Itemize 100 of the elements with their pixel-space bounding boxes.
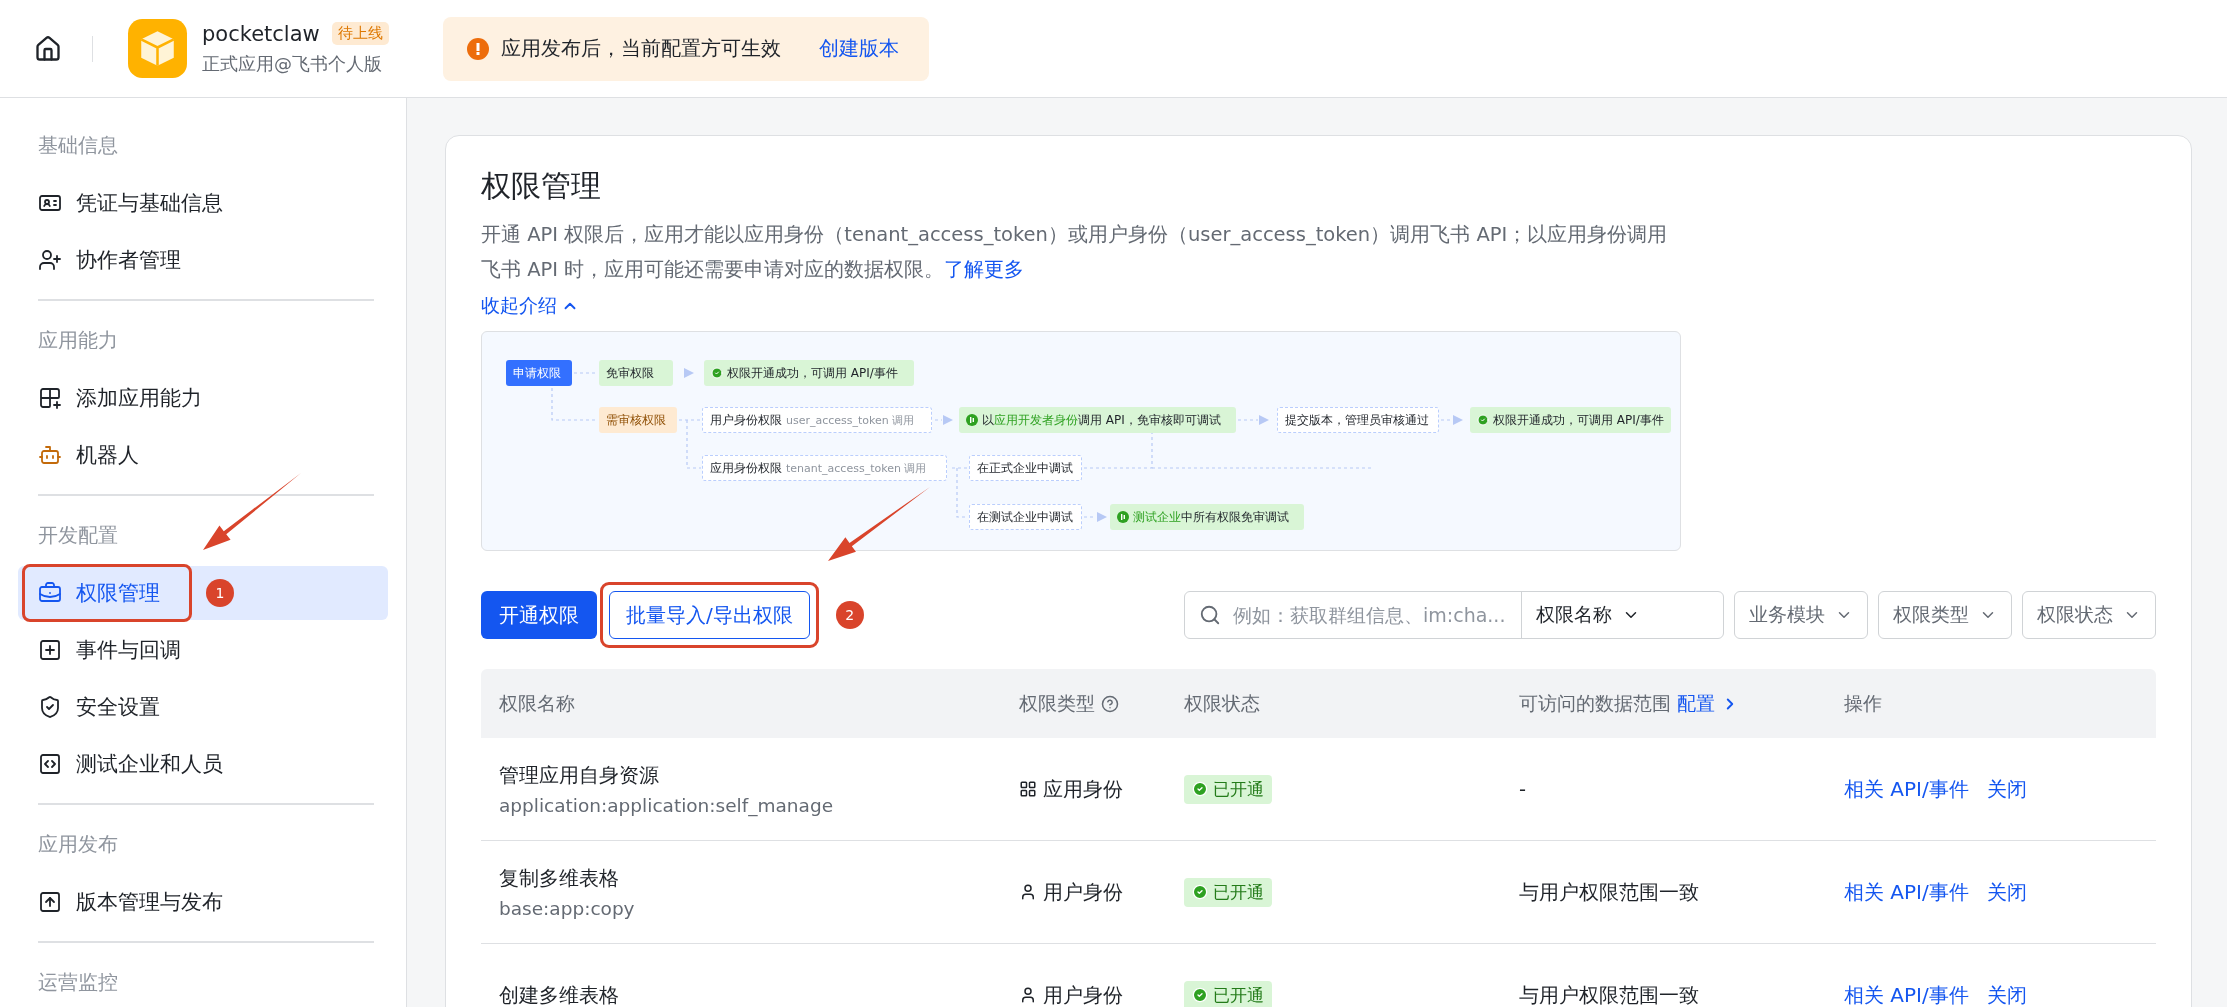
- app-subtitle: 正式应用@飞书个人版: [202, 51, 383, 76]
- learn-more-link[interactable]: 了解更多: [944, 258, 1025, 281]
- flow-node: 免审权限: [599, 360, 673, 386]
- sidebar-item[interactable]: 协作者管理: [18, 233, 197, 287]
- search-field[interactable]: 例如：获取群组信息、im:cha... 权限名称: [1184, 591, 1724, 639]
- column-header: 权限名称: [499, 690, 575, 716]
- sidebar-item[interactable]: 凭证与基础信息: [18, 176, 239, 230]
- sidebar-item-label: 权限管理: [76, 580, 160, 607]
- menu-icon: [38, 443, 62, 467]
- check-icon: [1477, 414, 1489, 426]
- action-link[interactable]: 关闭: [1986, 878, 2027, 906]
- sidebar-item[interactable]: 机器人: [18, 428, 155, 482]
- sidebar-section-title: 应用能力: [37, 327, 119, 354]
- page-description: 开通 API 权限后，应用才能以应用身份（tenant_access_token）或用户身份（user_access_token）调用飞书 API；以应用身份调用飞书 API 时，应用可能还需要申请对应的数据权限。了解更多: [481, 222, 1669, 283]
- flow-node: 申请权限: [506, 360, 572, 386]
- sidebar-section-title: 运营监控: [37, 969, 119, 996]
- page-title: 权限管理: [481, 167, 602, 205]
- sidebar-item-label: 版本管理与发布: [76, 889, 223, 916]
- status-tag: 待上线: [331, 22, 389, 45]
- search-scope-dropdown[interactable]: 权限名称: [1522, 592, 1654, 638]
- batch-import-export-button[interactable]: 批量导入/导出权限: [609, 591, 810, 639]
- sidebar-section-title: 开发配置: [37, 522, 119, 549]
- arrowhead-icon: [943, 415, 953, 425]
- status-icon: [1117, 511, 1129, 523]
- filter-dropdown[interactable]: 权限状态: [2022, 591, 2156, 639]
- sidebar-item-label: 测试企业和人员: [76, 751, 223, 778]
- sidebar-item-label: 机器人: [76, 442, 139, 469]
- status-badge: 已开通: [1184, 774, 1272, 804]
- check-icon: [711, 367, 723, 379]
- filter-dropdown[interactable]: 业务模块: [1734, 591, 1868, 639]
- arrowhead-icon: [684, 368, 694, 378]
- notice-text: 应用发布后，当前配置方可生效: [500, 35, 781, 62]
- menu-icon: [38, 752, 62, 776]
- annotation-badge: 2: [835, 601, 864, 629]
- flow-node: 权限开通成功，可调用 API/事件: [1470, 407, 1671, 433]
- permission-type: 用户身份: [1043, 982, 1123, 1007]
- permission-scope: base:app:copy: [499, 898, 636, 919]
- flow-node: 以应用开发者身份调用 API，免审核即可调试: [959, 407, 1236, 433]
- configure-link[interactable]: 配置: [1677, 690, 1715, 717]
- user-icon: [1019, 883, 1037, 901]
- menu-icon: [38, 581, 62, 605]
- status-icon: [966, 414, 978, 426]
- sidebar-item-label: 事件与回调: [76, 637, 181, 664]
- arrowhead-icon: [1097, 512, 1107, 522]
- action-link[interactable]: 相关 API/事件: [1844, 878, 1969, 906]
- flow-node: 提交版本，管理员审核通过: [1277, 407, 1439, 433]
- menu-icon: [38, 638, 62, 662]
- sidebar-item[interactable]: 安全设置: [18, 680, 176, 734]
- grid-icon: [1019, 780, 1037, 798]
- collapse-intro-button[interactable]: 收起介绍: [481, 293, 579, 319]
- warning-icon: [466, 37, 489, 60]
- status-badge: 已开通: [1184, 980, 1272, 1007]
- app-logo: [127, 18, 188, 79]
- annotation-badge: 1: [206, 579, 234, 607]
- sidebar-item[interactable]: 事件与回调: [18, 623, 197, 677]
- data-range: 与用户权限范围一致: [1519, 982, 1699, 1007]
- flow-node: 用户身份权限 user_access_token 调用: [702, 407, 932, 433]
- help-icon[interactable]: [1101, 694, 1119, 713]
- search-icon: [1199, 604, 1221, 626]
- permission-type: 用户身份: [1043, 879, 1123, 906]
- arrowhead-icon: [1453, 415, 1463, 425]
- home-icon[interactable]: [34, 34, 62, 63]
- app-name: pocketclaw: [202, 21, 320, 46]
- action-link[interactable]: 相关 API/事件: [1844, 775, 1969, 803]
- filter-dropdown[interactable]: 权限类型: [1878, 591, 2012, 639]
- flow-node: 权限开通成功，可调用 API/事件: [704, 360, 914, 386]
- sidebar-item-label: 添加应用能力: [76, 385, 202, 412]
- sidebar-section-title: 基础信息: [37, 132, 119, 159]
- permission-scope: application:application:self_manage: [499, 795, 835, 816]
- sidebar-item-label: 凭证与基础信息: [76, 190, 223, 217]
- arrowhead-icon: [1259, 415, 1269, 425]
- permission-name: 创建多维表格: [499, 981, 620, 1007]
- permission-name: 管理应用自身资源: [499, 762, 660, 789]
- sidebar-item[interactable]: 版本管理与发布: [18, 875, 239, 929]
- sidebar-section-title: 应用发布: [37, 831, 119, 858]
- menu-icon: [38, 248, 62, 272]
- menu-icon: [38, 386, 62, 410]
- status-badge: 已开通: [1184, 877, 1272, 907]
- action-link[interactable]: 关闭: [1986, 981, 2027, 1007]
- flow-node: 测试企业中所有权限免审调试: [1110, 504, 1304, 530]
- column-header: 可访问的数据范围: [1519, 690, 1671, 716]
- column-header: 操作: [1844, 690, 1882, 716]
- permission-name: 复制多维表格: [499, 865, 620, 892]
- action-link[interactable]: 关闭: [1986, 775, 2027, 803]
- menu-icon: [38, 695, 62, 719]
- enable-permission-button[interactable]: 开通权限: [481, 591, 597, 639]
- permission-type: 应用身份: [1043, 776, 1123, 803]
- create-version-link[interactable]: 创建版本: [818, 35, 899, 62]
- data-range: 与用户权限范围一致: [1519, 879, 1699, 906]
- column-header: 权限类型: [1019, 690, 1095, 716]
- flow-node: 需审核权限: [599, 407, 677, 433]
- sidebar-item-label: 安全设置: [76, 694, 160, 721]
- flow-node: 在正式企业中调试: [969, 455, 1082, 481]
- user-icon: [1019, 986, 1037, 1004]
- action-link[interactable]: 相关 API/事件: [1844, 981, 1969, 1007]
- sidebar-item[interactable]: 测试企业和人员: [18, 737, 239, 791]
- sidebar-item[interactable]: 权限管理: [24, 566, 190, 620]
- flow-node: 在测试企业中调试: [969, 504, 1082, 530]
- sidebar-item[interactable]: 添加应用能力: [18, 371, 218, 425]
- column-header: 权限状态: [1184, 690, 1260, 716]
